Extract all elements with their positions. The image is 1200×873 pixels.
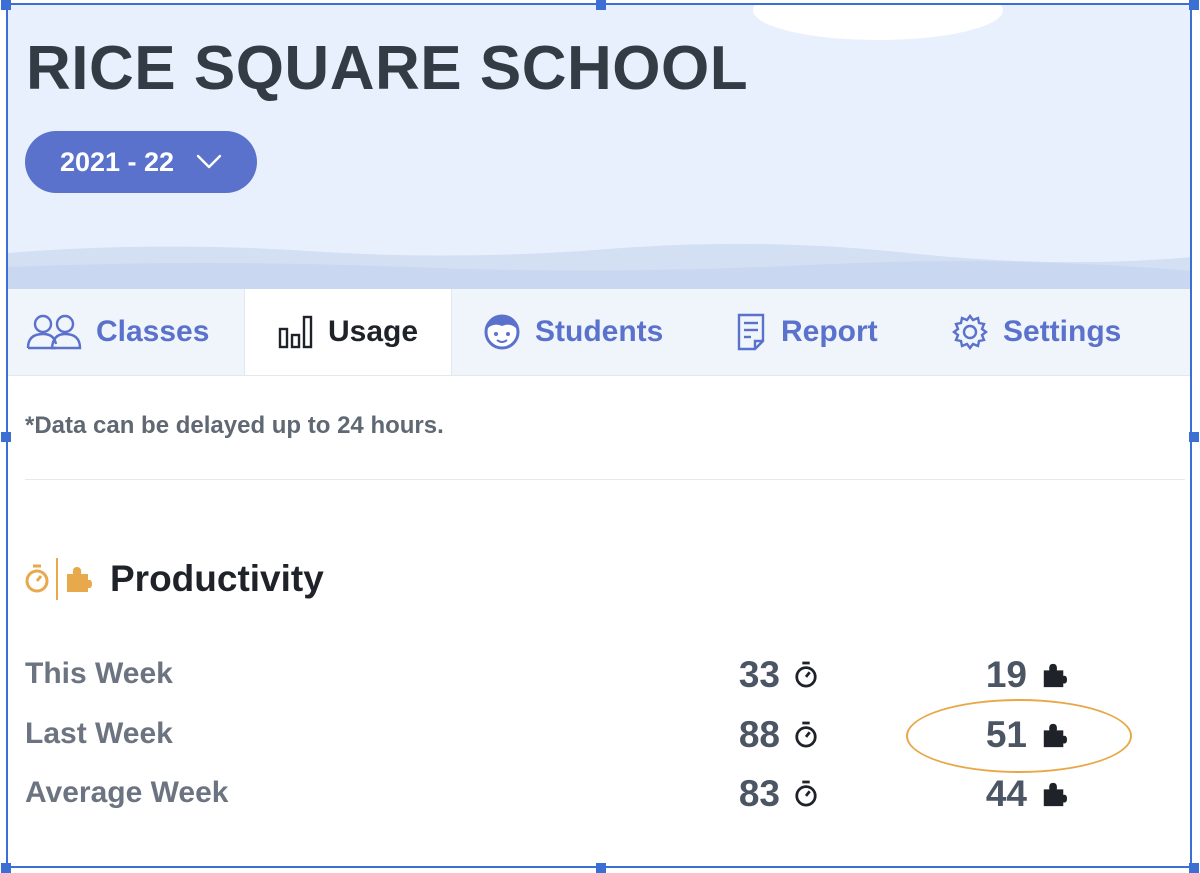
header-icon-separator [56,558,58,600]
time-stat-average-week: 83 [728,773,818,815]
stopwatch-icon [794,721,818,749]
puzzle-stat-average-week: 44 [975,773,1067,815]
school-title: RICE SQUARE SCHOOL [26,34,749,103]
time-value: 88 [738,714,780,755]
tab-report[interactable]: Report [735,289,878,375]
time-value: 33 [738,654,780,695]
row-label-average-week: Average Week [25,776,229,809]
time-value: 83 [738,773,780,814]
row-label-this-week: This Week [25,657,173,690]
puzzle-stat-last-week: 51 [975,714,1067,756]
time-stat-last-week: 88 [728,714,818,756]
puzzle-icon [1041,722,1067,748]
people-icon [26,314,82,350]
resize-handle-bottom-left[interactable] [1,863,11,873]
stopwatch-icon [794,780,818,808]
tab-students[interactable]: Students [483,289,663,375]
tab-usage[interactable]: Usage [244,289,452,375]
puzzle-value: 51 [985,714,1027,755]
tab-settings[interactable]: Settings [951,289,1121,375]
tab-classes[interactable]: Classes [26,289,209,375]
report-icon [735,313,767,351]
tab-students-label: Students [535,315,664,348]
chevron-down-icon [196,154,222,170]
puzzle-value: 19 [985,654,1027,695]
resize-handle-left[interactable] [1,432,11,442]
resize-handle-top-left[interactable] [1,0,11,10]
tab-report-label: Report [781,315,878,348]
puzzle-icon [1041,662,1067,688]
school-year-label: 2021 - 22 [59,146,175,177]
puzzle-icon [1041,781,1067,807]
nav-tabs: Classes Usage Students Report Settings [8,289,1192,376]
resize-handle-bottom-right[interactable] [1189,863,1199,873]
school-year-dropdown[interactable]: 2021 - 22 [25,131,257,193]
resize-handle-right[interactable] [1189,432,1199,442]
tab-settings-label: Settings [1003,315,1122,348]
time-stat-this-week: 33 [728,654,818,696]
resize-handle-top-right[interactable] [1189,0,1199,10]
stopwatch-icon [24,564,50,594]
puzzle-icon [64,565,92,593]
gear-icon [951,313,989,351]
tab-usage-label: Usage [327,315,419,348]
puzzle-stat-this-week: 19 [975,654,1067,696]
productivity-header: Productivity [24,558,324,600]
row-label-last-week: Last Week [25,717,173,750]
puzzle-value: 44 [985,773,1027,814]
student-face-icon [483,313,521,351]
divider [25,479,1185,480]
stopwatch-icon [794,661,818,689]
data-delay-notice: *Data can be delayed up to 24 hours. [25,412,444,439]
productivity-title: Productivity [110,558,324,599]
resize-handle-top[interactable] [596,0,606,10]
tab-classes-label: Classes [96,315,210,348]
school-header: RICE SQUARE SCHOOL 2021 - 22 [8,5,1192,289]
resize-handle-bottom[interactable] [596,863,606,873]
bar-chart-icon [278,315,314,349]
